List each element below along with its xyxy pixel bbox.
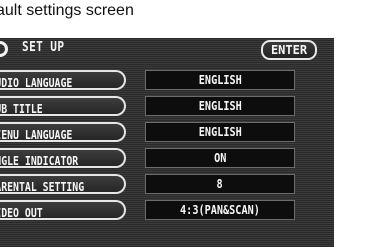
setting-row-parental-setting: ARENTAL SETTING 8 (0, 174, 334, 194)
setting-label: NGLE INDICATOR (0, 154, 79, 168)
sub-title-button[interactable]: UB TITLE (0, 96, 126, 116)
sub-title-value: ENGLISH (145, 96, 295, 116)
parental-setting-button[interactable]: ARENTAL SETTING (0, 174, 126, 194)
video-out-value: 4:3(PAN&SCAN) (145, 200, 295, 220)
setting-row-audio-language: UDIO LANGUAGE ENGLISH (0, 70, 334, 90)
audio-language-button[interactable]: UDIO LANGUAGE (0, 70, 126, 90)
setting-row-video-out: IDEO OUT 4:3(PAN&SCAN) (0, 200, 334, 220)
setting-label: IDEO OUT (0, 206, 43, 220)
video-out-button[interactable]: IDEO OUT (0, 200, 126, 220)
angle-indicator-value: ON (145, 148, 295, 168)
setup-screen: SET UP ENTER UDIO LANGUAGE ENGLISH UB TI… (0, 38, 334, 247)
menu-language-value: ENGLISH (145, 122, 295, 142)
setting-label: IENU LANGUAGE (0, 128, 73, 142)
setting-label: UB TITLE (0, 102, 43, 116)
dvd-logo-icon (0, 41, 8, 57)
audio-language-value: ENGLISH (145, 70, 295, 90)
setting-label: ARENTAL SETTING (0, 180, 85, 194)
setting-row-sub-title: UB TITLE ENGLISH (0, 96, 334, 116)
setting-label: UDIO LANGUAGE (0, 76, 73, 90)
setup-header: SET UP ENTER (0, 38, 334, 62)
figure-caption: ault settings screen (0, 0, 376, 41)
menu-language-button[interactable]: IENU LANGUAGE (0, 122, 126, 142)
page-title: SET UP (22, 40, 65, 55)
setting-row-menu-language: IENU LANGUAGE ENGLISH (0, 122, 334, 142)
parental-setting-value: 8 (145, 174, 295, 194)
setting-row-angle-indicator: NGLE INDICATOR ON (0, 148, 334, 168)
enter-button[interactable]: ENTER (261, 40, 317, 60)
angle-indicator-button[interactable]: NGLE INDICATOR (0, 148, 126, 168)
